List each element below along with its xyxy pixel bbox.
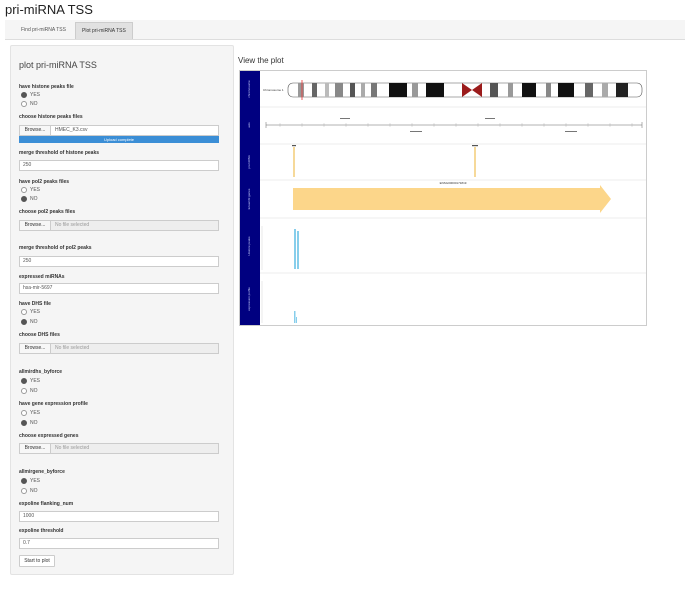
mirna-track [292, 145, 478, 177]
gene-browse-button[interactable]: Browse... [19, 443, 51, 454]
radio-unchecked-icon [21, 308, 27, 315]
pol2-merge-input[interactable]: 250 [19, 256, 219, 267]
radio-unchecked-icon [21, 487, 27, 494]
have-dhs-yes[interactable]: YES [21, 308, 40, 316]
ideogram-label: Chromosome 1 [263, 88, 284, 92]
allmirgene-label: allmirgene_byforce [19, 469, 65, 475]
have-gene-expr-no[interactable]: NO [21, 419, 38, 427]
radio-checked-icon [21, 91, 27, 98]
have-pol2-yes[interactable]: YES [21, 186, 40, 194]
histone-filename: HMEC_K3.csv [51, 125, 219, 136]
radio-unchecked-icon [21, 387, 27, 394]
pol2-browse-button[interactable]: Browse... [19, 220, 51, 231]
track-name: Histone peaks [247, 236, 251, 256]
track-plot-svg: chromosome axis pri-miRNA Ensembl genes … [240, 71, 646, 325]
sidebar-panel: plot pri-miRNA TSS have histone peaks fi… [10, 45, 234, 575]
histone-browse-button[interactable]: Browse... [19, 125, 51, 136]
dhs-file-label: choose DHS files [19, 332, 60, 338]
plot-image: chromosome axis pri-miRNA Ensembl genes … [239, 70, 647, 326]
threshold-label: expoline threshold [19, 528, 64, 534]
allmirdhs-yes[interactable]: YES [21, 377, 40, 385]
have-histone-yes[interactable]: YES [21, 91, 40, 99]
histone-file-label: choose histone peaks files [19, 114, 83, 120]
app-title: pri-miRNA TSS [5, 2, 93, 17]
radio-unchecked-icon [21, 186, 27, 193]
gene-arrow [293, 185, 611, 213]
allmirgene-yes[interactable]: YES [21, 477, 40, 485]
track-name: Ensembl genes [247, 188, 251, 209]
histone-peak [297, 231, 299, 269]
histone-track [261, 226, 299, 270]
start-plot-button[interactable]: Start to plot [19, 555, 55, 567]
track-name: pri-miRNA [247, 155, 251, 169]
track-name: chromosome [247, 80, 251, 98]
expression-bar [294, 311, 296, 323]
histone-merge-input[interactable]: 250 [19, 160, 219, 171]
allmirdhs-no[interactable]: NO [21, 387, 38, 395]
tab-plot-tss[interactable]: Plot pri-miRNA TSS [75, 22, 133, 39]
pol2-file-label: choose pol2 peaks files [19, 209, 76, 215]
have-pol2-label: have pol2 peaks files [19, 179, 70, 185]
pol2-filename: No file selected [51, 220, 219, 231]
plot-title: View the plot [238, 56, 284, 65]
track-name: axis [247, 122, 251, 128]
track-name: expression profile [247, 287, 251, 311]
histone-file-input: Browse... HMEC_K3.csv [19, 125, 219, 136]
have-dhs-label: have DHS file [19, 301, 51, 307]
gene-filename: No file selected [51, 443, 219, 454]
have-pol2-no[interactable]: NO [21, 195, 38, 203]
dhs-filename: No file selected [51, 343, 219, 354]
dhs-browse-button[interactable]: Browse... [19, 343, 51, 354]
gene-file-label: choose expressed genes [19, 433, 79, 439]
dhs-file-input: Browse... No file selected [19, 343, 219, 354]
gene-label: ENSG00000171819 [440, 181, 467, 185]
expression-track [261, 281, 297, 323]
histone-merge-label: merge threshold of histone peaks [19, 150, 100, 156]
threshold-input[interactable]: 0.7 [19, 538, 219, 549]
have-dhs-no[interactable]: NO [21, 318, 38, 326]
radio-checked-icon [21, 477, 27, 484]
flanking-label: expoline flanking_num [19, 501, 74, 507]
tab-find-tss[interactable]: Find pri-miRNA TSS [15, 22, 72, 39]
expressed-mirna-input[interactable]: hsa-mir-5697 [19, 283, 219, 294]
upload-progress-bar: Upload complete [19, 136, 219, 143]
pol2-file-input: Browse... No file selected [19, 220, 219, 231]
flanking-input[interactable]: 1000 [19, 511, 219, 522]
tab-bar: Find pri-miRNA TSS Plot pri-miRNA TSS [5, 20, 685, 40]
chromosome-ideogram [287, 80, 643, 100]
have-histone-label: have histone peaks file [19, 84, 74, 90]
genome-axis [265, 118, 643, 132]
histone-peak [294, 229, 296, 269]
allmirgene-no[interactable]: NO [21, 487, 38, 495]
allmirdhs-label: allmirdhs_byforce [19, 369, 63, 375]
have-gene-expr-label: have gene expression profile [19, 401, 88, 407]
have-histone-no[interactable]: NO [21, 100, 38, 108]
gene-track: ENSG00000171819 [293, 181, 611, 213]
radio-checked-icon [21, 419, 27, 426]
have-gene-expr-yes[interactable]: YES [21, 409, 40, 417]
pol2-merge-label: merge threshold of pol2 peaks [19, 245, 92, 251]
expressed-mirna-label: expressed miRNAs [19, 274, 65, 280]
radio-unchecked-icon [21, 409, 27, 416]
expression-bar [296, 317, 297, 323]
radio-unchecked-icon [21, 100, 27, 107]
panel-title: plot pri-miRNA TSS [19, 60, 97, 70]
gene-file-input: Browse... No file selected [19, 443, 219, 454]
radio-checked-icon [21, 195, 27, 202]
radio-checked-icon [21, 318, 27, 325]
radio-checked-icon [21, 377, 27, 384]
